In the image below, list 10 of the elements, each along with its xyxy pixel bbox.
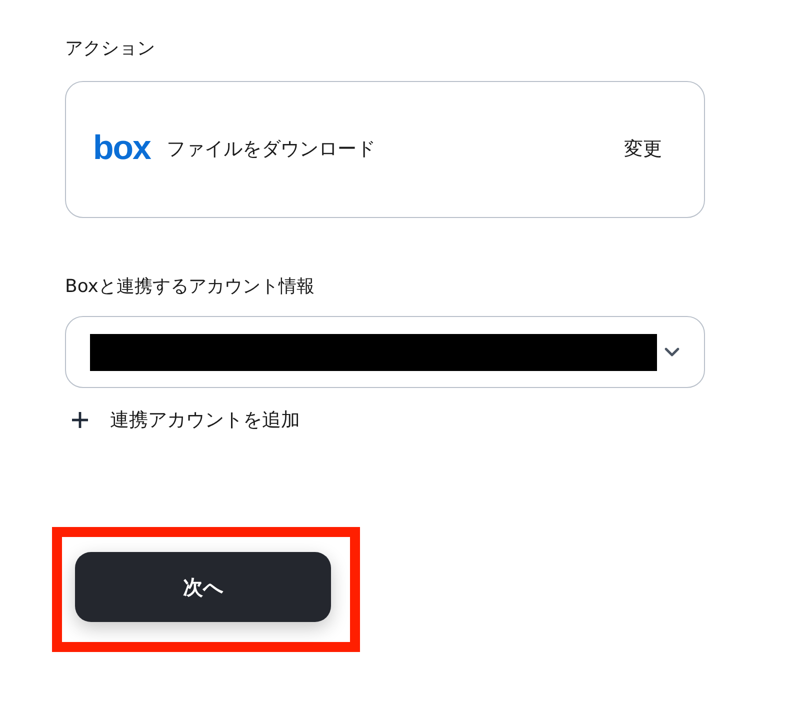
section-heading: アクション [65, 37, 156, 61]
box-logo: box [93, 130, 150, 164]
account-select[interactable] [65, 316, 705, 388]
change-link[interactable]: 変更 [624, 135, 662, 164]
plus-icon [70, 410, 90, 430]
add-account-link[interactable]: 連携アカウントを追加 [65, 406, 300, 434]
field-label: Boxと連携するアカウント情報 [65, 275, 316, 299]
chevron-down-icon [664, 347, 680, 357]
next-button[interactable]: 次へ [75, 552, 331, 622]
action-title: ファイルをダウンロード [166, 137, 376, 162]
